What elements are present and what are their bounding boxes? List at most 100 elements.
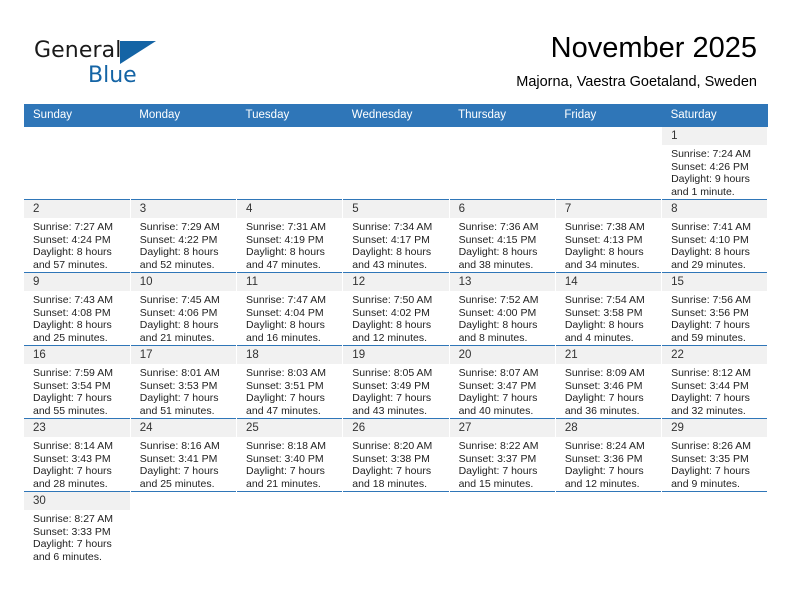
day-number: 10 <box>130 273 237 291</box>
calendar-day-cell[interactable]: 26 Sunrise: 8:20 AM Sunset: 3:38 PM Dayligh… <box>342 418 450 492</box>
calendar-day-cell-empty <box>661 491 769 564</box>
calendar-day-cell[interactable]: 16 Sunrise: 7:59 AM Sunset: 3:54 PM Dayligh… <box>24 345 131 419</box>
daylight-text: and 47 minutes. <box>246 258 321 271</box>
blue-triangle-flag-icon <box>120 41 156 64</box>
calendar-day-cell[interactable]: 2 Sunrise: 7:27 AM Sunset: 4:24 PM Daylight… <box>24 199 131 273</box>
daylight-text: Daylight: 7 hours <box>246 392 325 405</box>
calendar-day-cell[interactable]: 7 Sunrise: 7:38 AM Sunset: 4:13 PM Daylight… <box>555 199 663 273</box>
calendar-day-cell[interactable]: 19 Sunrise: 8:05 AM Sunset: 3:49 PM Dayligh… <box>342 345 450 419</box>
calendar-table: Sunday Monday Tuesday Wednesday Thursday Frid… <box>24 104 769 564</box>
calendar-day-cell[interactable]: 18 Sunrise: 8:03 AM Sunset: 3:51 PM Dayligh… <box>236 345 344 419</box>
daylight-text: Daylight: 8 hours <box>139 319 219 332</box>
day-details: Sunrise: 8:27 AM Sunset: 3:33 PM Daylight:… <box>24 510 130 563</box>
sunrise-text: Sunrise: 7:34 AM <box>352 221 433 233</box>
calendar-day-cell[interactable]: 30 Sunrise: 8:27 AM Sunset: 3:33 PM Dayligh… <box>24 491 131 564</box>
calendar-day-cell[interactable]: 21 Sunrise: 8:09 AM Sunset: 3:46 PM Dayligh… <box>555 345 663 419</box>
sunrise-text: Sunrise: 7:50 AM <box>352 294 433 306</box>
sunrise-text: Sunrise: 7:36 AM <box>458 221 539 233</box>
calendar-day-cell[interactable]: 17 Sunrise: 8:01 AM Sunset: 3:53 PM Dayligh… <box>130 345 238 419</box>
calendar-day-cell[interactable]: 20 Sunrise: 8:07 AM Sunset: 3:47 PM Dayligh… <box>449 345 556 419</box>
daylight-text: and 34 minutes. <box>564 258 640 271</box>
calendar-day-cell[interactable]: 4 Sunrise: 7:31 AM Sunset: 4:19 PM Daylight… <box>236 199 344 273</box>
daylight-text: Daylight: 7 hours <box>33 538 112 551</box>
day-number: 28 <box>555 419 662 437</box>
weekday-header-thursday: Thursday <box>449 104 556 127</box>
day-details: Sunrise: 8:24 AM Sunset: 3:36 PM Daylight:… <box>556 437 661 490</box>
sunrise-text: Sunrise: 7:38 AM <box>564 221 645 233</box>
daylight-text: and 1 minute. <box>671 185 735 198</box>
daylight-text: and 12 minutes. <box>352 331 428 344</box>
day-details: Sunrise: 7:38 AM Sunset: 4:13 PM Daylight:… <box>556 218 661 271</box>
day-details: Sunrise: 7:59 AM Sunset: 3:54 PM Daylight:… <box>24 364 130 417</box>
calendar-week-row: 1 Sunrise: 7:24 AM Sunset: 4:26 PM Daylight… <box>24 127 769 200</box>
sunrise-text: Sunrise: 8:24 AM <box>564 440 645 452</box>
calendar-day-cell[interactable]: 9 Sunrise: 7:43 AM Sunset: 4:08 PM Daylight… <box>24 272 131 346</box>
calendar-day-cell[interactable]: 10 Sunrise: 7:45 AM Sunset: 4:06 PM Dayligh… <box>130 272 238 346</box>
daylight-text: and 59 minutes. <box>671 331 746 344</box>
daylight-text: and 47 minutes. <box>246 404 321 417</box>
day-details: Sunrise: 8:12 AM Sunset: 3:44 PM Daylight:… <box>662 364 767 417</box>
day-details: Sunrise: 7:47 AM Sunset: 4:04 PM Daylight:… <box>237 291 342 344</box>
calendar-day-cell[interactable]: 13 Sunrise: 7:52 AM Sunset: 4:00 PM Dayligh… <box>449 272 556 346</box>
sunrise-text: Sunrise: 8:09 AM <box>564 367 645 379</box>
calendar-day-cell[interactable]: 14 Sunrise: 7:54 AM Sunset: 3:58 PM Dayligh… <box>555 272 663 346</box>
daylight-text: Daylight: 7 hours <box>671 392 750 405</box>
daylight-text: Daylight: 7 hours <box>139 465 219 478</box>
daylight-text: and 29 minutes. <box>671 258 746 271</box>
calendar-day-cell[interactable]: 22 Sunrise: 8:12 AM Sunset: 3:44 PM Dayligh… <box>661 345 769 419</box>
day-number: 8 <box>662 200 768 218</box>
calendar-day-cell[interactable]: 29 Sunrise: 8:26 AM Sunset: 3:35 PM Dayligh… <box>661 418 769 492</box>
calendar-day-cell[interactable]: 24 Sunrise: 8:16 AM Sunset: 3:41 PM Dayligh… <box>130 418 238 492</box>
daylight-text: Daylight: 8 hours <box>458 319 538 332</box>
sunset-text: Sunset: 3:44 PM <box>671 379 749 392</box>
calendar-day-cell[interactable]: 6 Sunrise: 7:36 AM Sunset: 4:15 PM Daylight… <box>449 199 556 273</box>
calendar-day-cell[interactable]: 23 Sunrise: 8:14 AM Sunset: 3:43 PM Dayligh… <box>24 418 131 492</box>
calendar-day-cell[interactable]: 27 Sunrise: 8:22 AM Sunset: 3:37 PM Dayligh… <box>449 418 556 492</box>
calendar-day-cell[interactable]: 15 Sunrise: 7:56 AM Sunset: 3:56 PM Dayligh… <box>661 272 769 346</box>
day-details: Sunrise: 8:16 AM Sunset: 3:41 PM Daylight:… <box>131 437 236 490</box>
sunrise-text: Sunrise: 7:31 AM <box>246 221 326 233</box>
calendar-week-row: 30 Sunrise: 8:27 AM Sunset: 3:33 PM Dayligh… <box>24 491 769 564</box>
weekday-header-saturday: Saturday <box>661 104 768 127</box>
day-number <box>450 492 555 510</box>
day-number <box>131 127 236 145</box>
daylight-text: and 57 minutes. <box>33 258 108 271</box>
sunset-text: Sunset: 4:24 PM <box>33 233 111 246</box>
day-details: Sunrise: 7:43 AM Sunset: 4:08 PM Daylight:… <box>24 291 130 344</box>
weekday-header-wednesday: Wednesday <box>342 104 450 127</box>
calendar-day-cell-empty <box>449 127 556 200</box>
daylight-text: Daylight: 7 hours <box>246 465 325 478</box>
general-blue-logo[interactable]: General Blue <box>34 38 164 90</box>
daylight-text: Daylight: 8 hours <box>33 246 112 259</box>
day-number: 7 <box>555 200 662 218</box>
day-number: 19 <box>343 346 449 364</box>
calendar-day-cell[interactable]: 11 Sunrise: 7:47 AM Sunset: 4:04 PM Dayligh… <box>236 272 344 346</box>
calendar-day-cell[interactable]: 3 Sunrise: 7:29 AM Sunset: 4:22 PM Daylight… <box>130 199 238 273</box>
weekday-header-monday: Monday <box>130 104 237 127</box>
day-number <box>343 127 448 145</box>
calendar-day-cell[interactable]: 12 Sunrise: 7:50 AM Sunset: 4:02 PM Dayligh… <box>342 272 450 346</box>
sunset-text: Sunset: 4:19 PM <box>246 233 324 246</box>
daylight-text: Daylight: 7 hours <box>33 392 112 405</box>
day-number <box>662 492 767 510</box>
sunrise-text: Sunrise: 8:26 AM <box>671 440 752 452</box>
daylight-text: Daylight: 8 hours <box>564 319 644 332</box>
calendar-day-cell[interactable]: 28 Sunrise: 8:24 AM Sunset: 3:36 PM Dayligh… <box>555 418 663 492</box>
sunrise-text: Sunrise: 7:47 AM <box>246 294 326 306</box>
day-details <box>450 145 555 148</box>
daylight-text: Daylight: 7 hours <box>564 465 644 478</box>
day-details <box>556 145 661 148</box>
calendar-day-cell[interactable]: 8 Sunrise: 7:41 AM Sunset: 4:10 PM Daylight… <box>661 199 769 273</box>
calendar-day-cell[interactable]: 5 Sunrise: 7:34 AM Sunset: 4:17 PM Daylight… <box>342 199 450 273</box>
day-number <box>24 127 130 145</box>
day-number: 13 <box>449 273 555 291</box>
daylight-text: and 8 minutes. <box>458 331 528 344</box>
daylight-text: and 28 minutes. <box>33 477 108 490</box>
day-number <box>237 127 342 145</box>
calendar-day-cell[interactable]: 25 Sunrise: 8:18 AM Sunset: 3:40 PM Dayligh… <box>236 418 344 492</box>
sunset-text: Sunset: 3:51 PM <box>246 379 324 392</box>
title-block: November 2025 Majorna, Vaestra Goetaland… <box>516 30 757 92</box>
sunset-text: Sunset: 3:56 PM <box>671 306 749 319</box>
calendar-day-cell[interactable]: 1 Sunrise: 7:24 AM Sunset: 4:26 PM Daylight… <box>661 127 769 200</box>
day-number: 2 <box>24 200 130 218</box>
